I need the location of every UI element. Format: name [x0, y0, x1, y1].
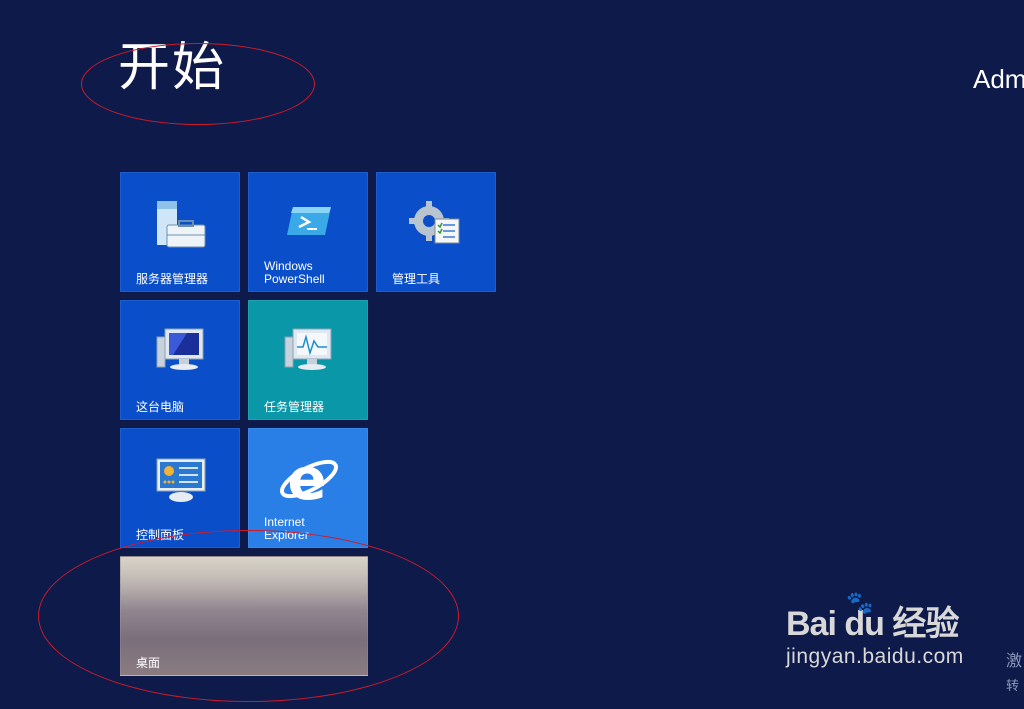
tile-label: 控制面板	[136, 528, 185, 542]
this-pc-icon	[156, 328, 204, 370]
tile-label: Windows PowerShell	[264, 259, 325, 286]
tile-control-panel[interactable]: 控制面板	[120, 428, 240, 548]
tile-this-pc[interactable]: 这台电脑	[120, 300, 240, 420]
watermark-brand: 🐾 Bai du 经验	[786, 590, 959, 643]
user-account-name[interactable]: Adm	[973, 64, 1024, 95]
admin-tools-icon	[409, 201, 460, 244]
baidu-jingyan-watermark: 🐾 Bai du 经验 jingyan.baidu.com	[786, 590, 964, 669]
tile-label: 管理工具	[392, 272, 441, 286]
svg-text:e: e	[287, 447, 326, 511]
powershell-icon	[287, 207, 331, 235]
tile-admin-tools[interactable]: 管理工具	[376, 172, 496, 292]
desktop-wallpaper	[121, 557, 367, 611]
start-title: 开始	[118, 38, 227, 98]
baidu-paw-icon: 🐾	[846, 590, 873, 615]
watermark-url: jingyan.baidu.com	[786, 645, 964, 668]
tile-label: 这台电脑	[136, 400, 185, 414]
control-panel-icon	[156, 458, 206, 502]
windows-activation-notice: 激 转	[1006, 651, 1023, 694]
tile-windows-powershell[interactable]: Windows PowerShell	[248, 172, 368, 292]
tile-internet-explorer[interactable]: e Internet Explorer	[248, 428, 368, 548]
tile-label: Internet Explorer	[264, 515, 309, 542]
internet-explorer-icon: e	[280, 447, 338, 511]
task-manager-icon	[284, 328, 332, 370]
tile-label: 服务器管理器	[136, 272, 209, 286]
server-manager-icon	[157, 201, 206, 248]
tile-desktop[interactable]: 桌面	[120, 556, 368, 676]
tile-label: 任务管理器	[264, 400, 325, 414]
tile-server-manager[interactable]: 服务器管理器	[120, 172, 240, 292]
tile-label: 桌面	[136, 656, 161, 670]
tile-task-manager[interactable]: 任务管理器	[248, 300, 368, 420]
